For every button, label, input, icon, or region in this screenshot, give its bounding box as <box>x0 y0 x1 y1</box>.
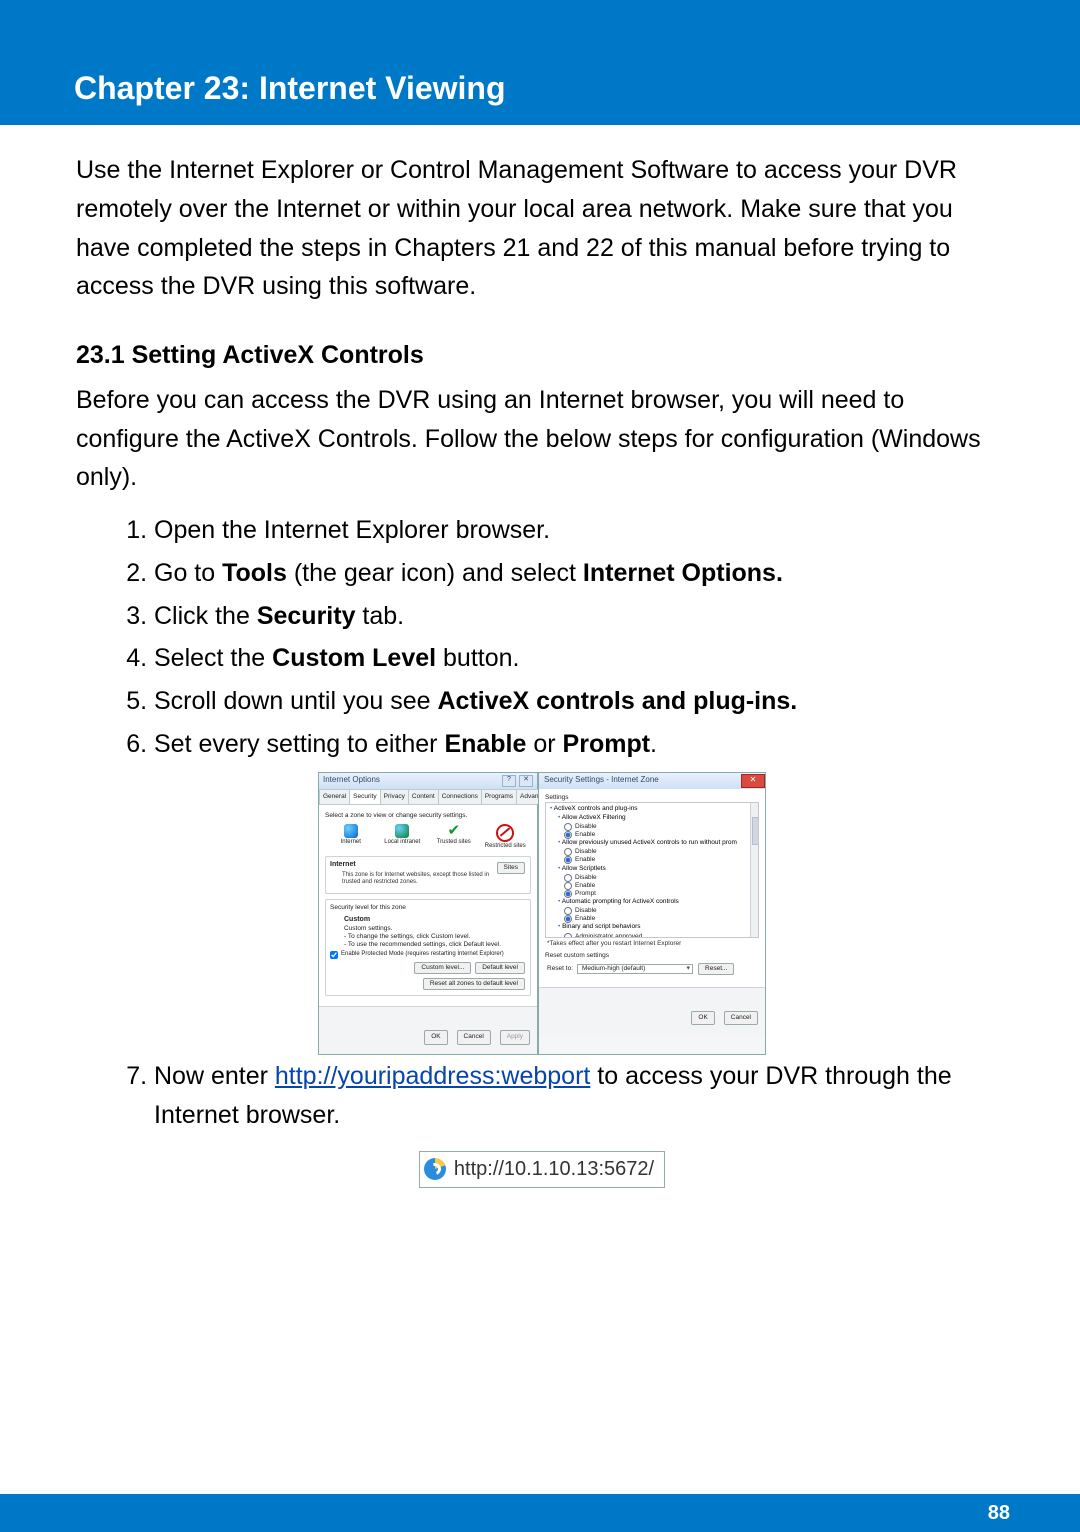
chapter-title: Chapter 23: Internet Viewing <box>74 70 1080 107</box>
opt-admin-approved[interactable]: Administrator approved <box>564 933 758 938</box>
page-footer: 88 <box>0 1494 1080 1532</box>
check-icon: ✔ <box>447 824 460 838</box>
ie-icon <box>424 1158 446 1180</box>
sites-button[interactable]: Sites <box>497 862 525 874</box>
section-intro: Before you can access the DVR using an I… <box>76 381 1008 497</box>
zone-info-panel: Sites Internet This zone is for Internet… <box>325 856 531 894</box>
address-bar-figure: http://10.1.10.13:5672/ <box>76 1151 1008 1188</box>
opt-enable[interactable]: Enable <box>564 915 758 923</box>
zone-trusted-sites[interactable]: ✔Trusted sites <box>432 824 476 851</box>
auto-prompt: Automatic prompting for ActiveX controls <box>558 898 758 906</box>
protected-mode-checkbox[interactable]: Enable Protected Mode (requires restarti… <box>330 951 526 959</box>
opt-enable[interactable]: Enable <box>564 856 758 864</box>
tab-programs[interactable]: Programs <box>481 789 517 804</box>
internet-options-titlebar: Internet Options ? ✕ <box>319 773 537 789</box>
security-level-panel: Security level for this zone Custom Cust… <box>325 899 531 997</box>
security-settings-title: Security Settings - Internet Zone <box>544 774 659 786</box>
level-line3: - To use the recommended settings, click… <box>344 941 526 949</box>
tab-general[interactable]: General <box>319 789 350 804</box>
help-icon[interactable]: ? <box>502 775 516 787</box>
level-line2: - To change the settings, click Custom l… <box>344 933 526 941</box>
security-settings-titlebar: Security Settings - Internet Zone ✕ <box>539 773 765 789</box>
step-6: Set every setting to either Enable or Pr… <box>154 723 1008 766</box>
zone-desc: This zone is for Internet websites, exce… <box>342 872 526 887</box>
step-2: Go to Tools (the gear icon) and select I… <box>154 552 1008 595</box>
intranet-icon <box>395 824 409 838</box>
steps-list: Open the Internet Explorer browser. Go t… <box>76 509 1008 766</box>
default-level-button[interactable]: Default level <box>475 962 525 974</box>
opt-prompt[interactable]: Prompt <box>564 890 758 898</box>
opt-enable[interactable]: Enable <box>564 882 758 890</box>
ok-button[interactable]: OK <box>424 1030 447 1044</box>
protected-mode-input[interactable] <box>330 951 338 959</box>
reset-all-button[interactable]: Reset all zones to default level <box>423 978 525 990</box>
opt-disable[interactable]: Disable <box>564 907 758 915</box>
allow-prev-unused: Allow previously unused ActiveX controls… <box>558 839 758 847</box>
zone-restricted-sites[interactable]: Restricted sites <box>483 824 527 851</box>
reset-label: Reset custom settings <box>545 952 759 960</box>
security-settings-dialog: Security Settings - Internet Zone ✕ Sett… <box>538 772 766 1056</box>
zone-local-intranet[interactable]: Local intranet <box>380 824 424 851</box>
level-custom: Custom <box>344 916 526 925</box>
intro-paragraph: Use the Internet Explorer or Control Man… <box>76 151 1008 306</box>
close-icon[interactable]: ✕ <box>519 775 533 787</box>
internet-options-tabs: General Security Privacy Content Connect… <box>319 789 537 805</box>
reset-to-label: Reset to: <box>547 965 573 973</box>
binary-script: Binary and script behaviors <box>558 923 758 931</box>
opt-disable[interactable]: Disable <box>564 848 758 856</box>
reset-button[interactable]: Reset... <box>698 963 734 975</box>
tab-connections[interactable]: Connections <box>438 789 482 804</box>
steps-list-cont: Now enter http://youripaddress:webport t… <box>76 1055 1008 1137</box>
settings-label: Settings <box>545 794 759 802</box>
example-url-link[interactable]: http://youripaddress:webport <box>275 1062 590 1090</box>
opt-disable[interactable]: Disable <box>564 874 758 882</box>
internet-options-title: Internet Options <box>323 774 380 786</box>
globe-icon <box>344 824 358 838</box>
step-4: Select the Custom Level button. <box>154 637 1008 680</box>
step-5: Scroll down until you see ActiveX contro… <box>154 680 1008 723</box>
custom-level-button[interactable]: Custom level... <box>414 962 471 974</box>
page-number: 88 <box>988 1502 1010 1525</box>
step-1: Open the Internet Explorer browser. <box>154 509 1008 552</box>
section-heading: 23.1 Setting ActiveX Controls <box>76 336 1008 375</box>
tab-content[interactable]: Content <box>408 789 439 804</box>
allow-filtering: Allow ActiveX Filtering <box>558 814 758 822</box>
level-line1: Custom settings. <box>344 925 526 933</box>
dialog-figures: Internet Options ? ✕ General Security Pr… <box>76 772 1008 1056</box>
restricted-icon <box>496 824 514 842</box>
tab-privacy[interactable]: Privacy <box>380 789 409 804</box>
tab-security[interactable]: Security <box>349 789 380 804</box>
ie-address-bar: http://10.1.10.13:5672/ <box>419 1151 665 1188</box>
internet-options-dialog: Internet Options ? ✕ General Security Pr… <box>318 772 538 1056</box>
opt-enable[interactable]: Enable <box>564 831 758 839</box>
activex-group: ActiveX controls and plug-ins <box>550 805 758 813</box>
apply-button[interactable]: Apply <box>500 1030 530 1044</box>
step-3: Click the Security tab. <box>154 595 1008 638</box>
reset-to-select[interactable]: Medium-high (default) <box>577 964 693 974</box>
close-icon[interactable]: ✕ <box>741 774 765 788</box>
scrollbar[interactable] <box>750 803 758 937</box>
step-7: Now enter http://youripaddress:webport t… <box>154 1055 1008 1137</box>
ok-button[interactable]: OK <box>691 1011 714 1025</box>
address-bar-url: http://10.1.10.13:5672/ <box>454 1154 654 1185</box>
cancel-button[interactable]: Cancel <box>724 1011 758 1025</box>
security-level-title: Security level for this zone <box>330 904 526 912</box>
restart-note: *Takes effect after you restart Internet… <box>547 940 759 948</box>
cancel-button[interactable]: Cancel <box>457 1030 491 1044</box>
settings-list[interactable]: ActiveX controls and plug-ins Allow Acti… <box>545 802 759 938</box>
allow-scriptlets: Allow Scriptlets <box>558 865 758 873</box>
zone-hint: Select a zone to view or change security… <box>325 812 531 820</box>
zone-internet[interactable]: Internet <box>329 824 373 851</box>
chapter-banner: Chapter 23: Internet Viewing <box>0 0 1080 125</box>
opt-disable[interactable]: Disable <box>564 823 758 831</box>
